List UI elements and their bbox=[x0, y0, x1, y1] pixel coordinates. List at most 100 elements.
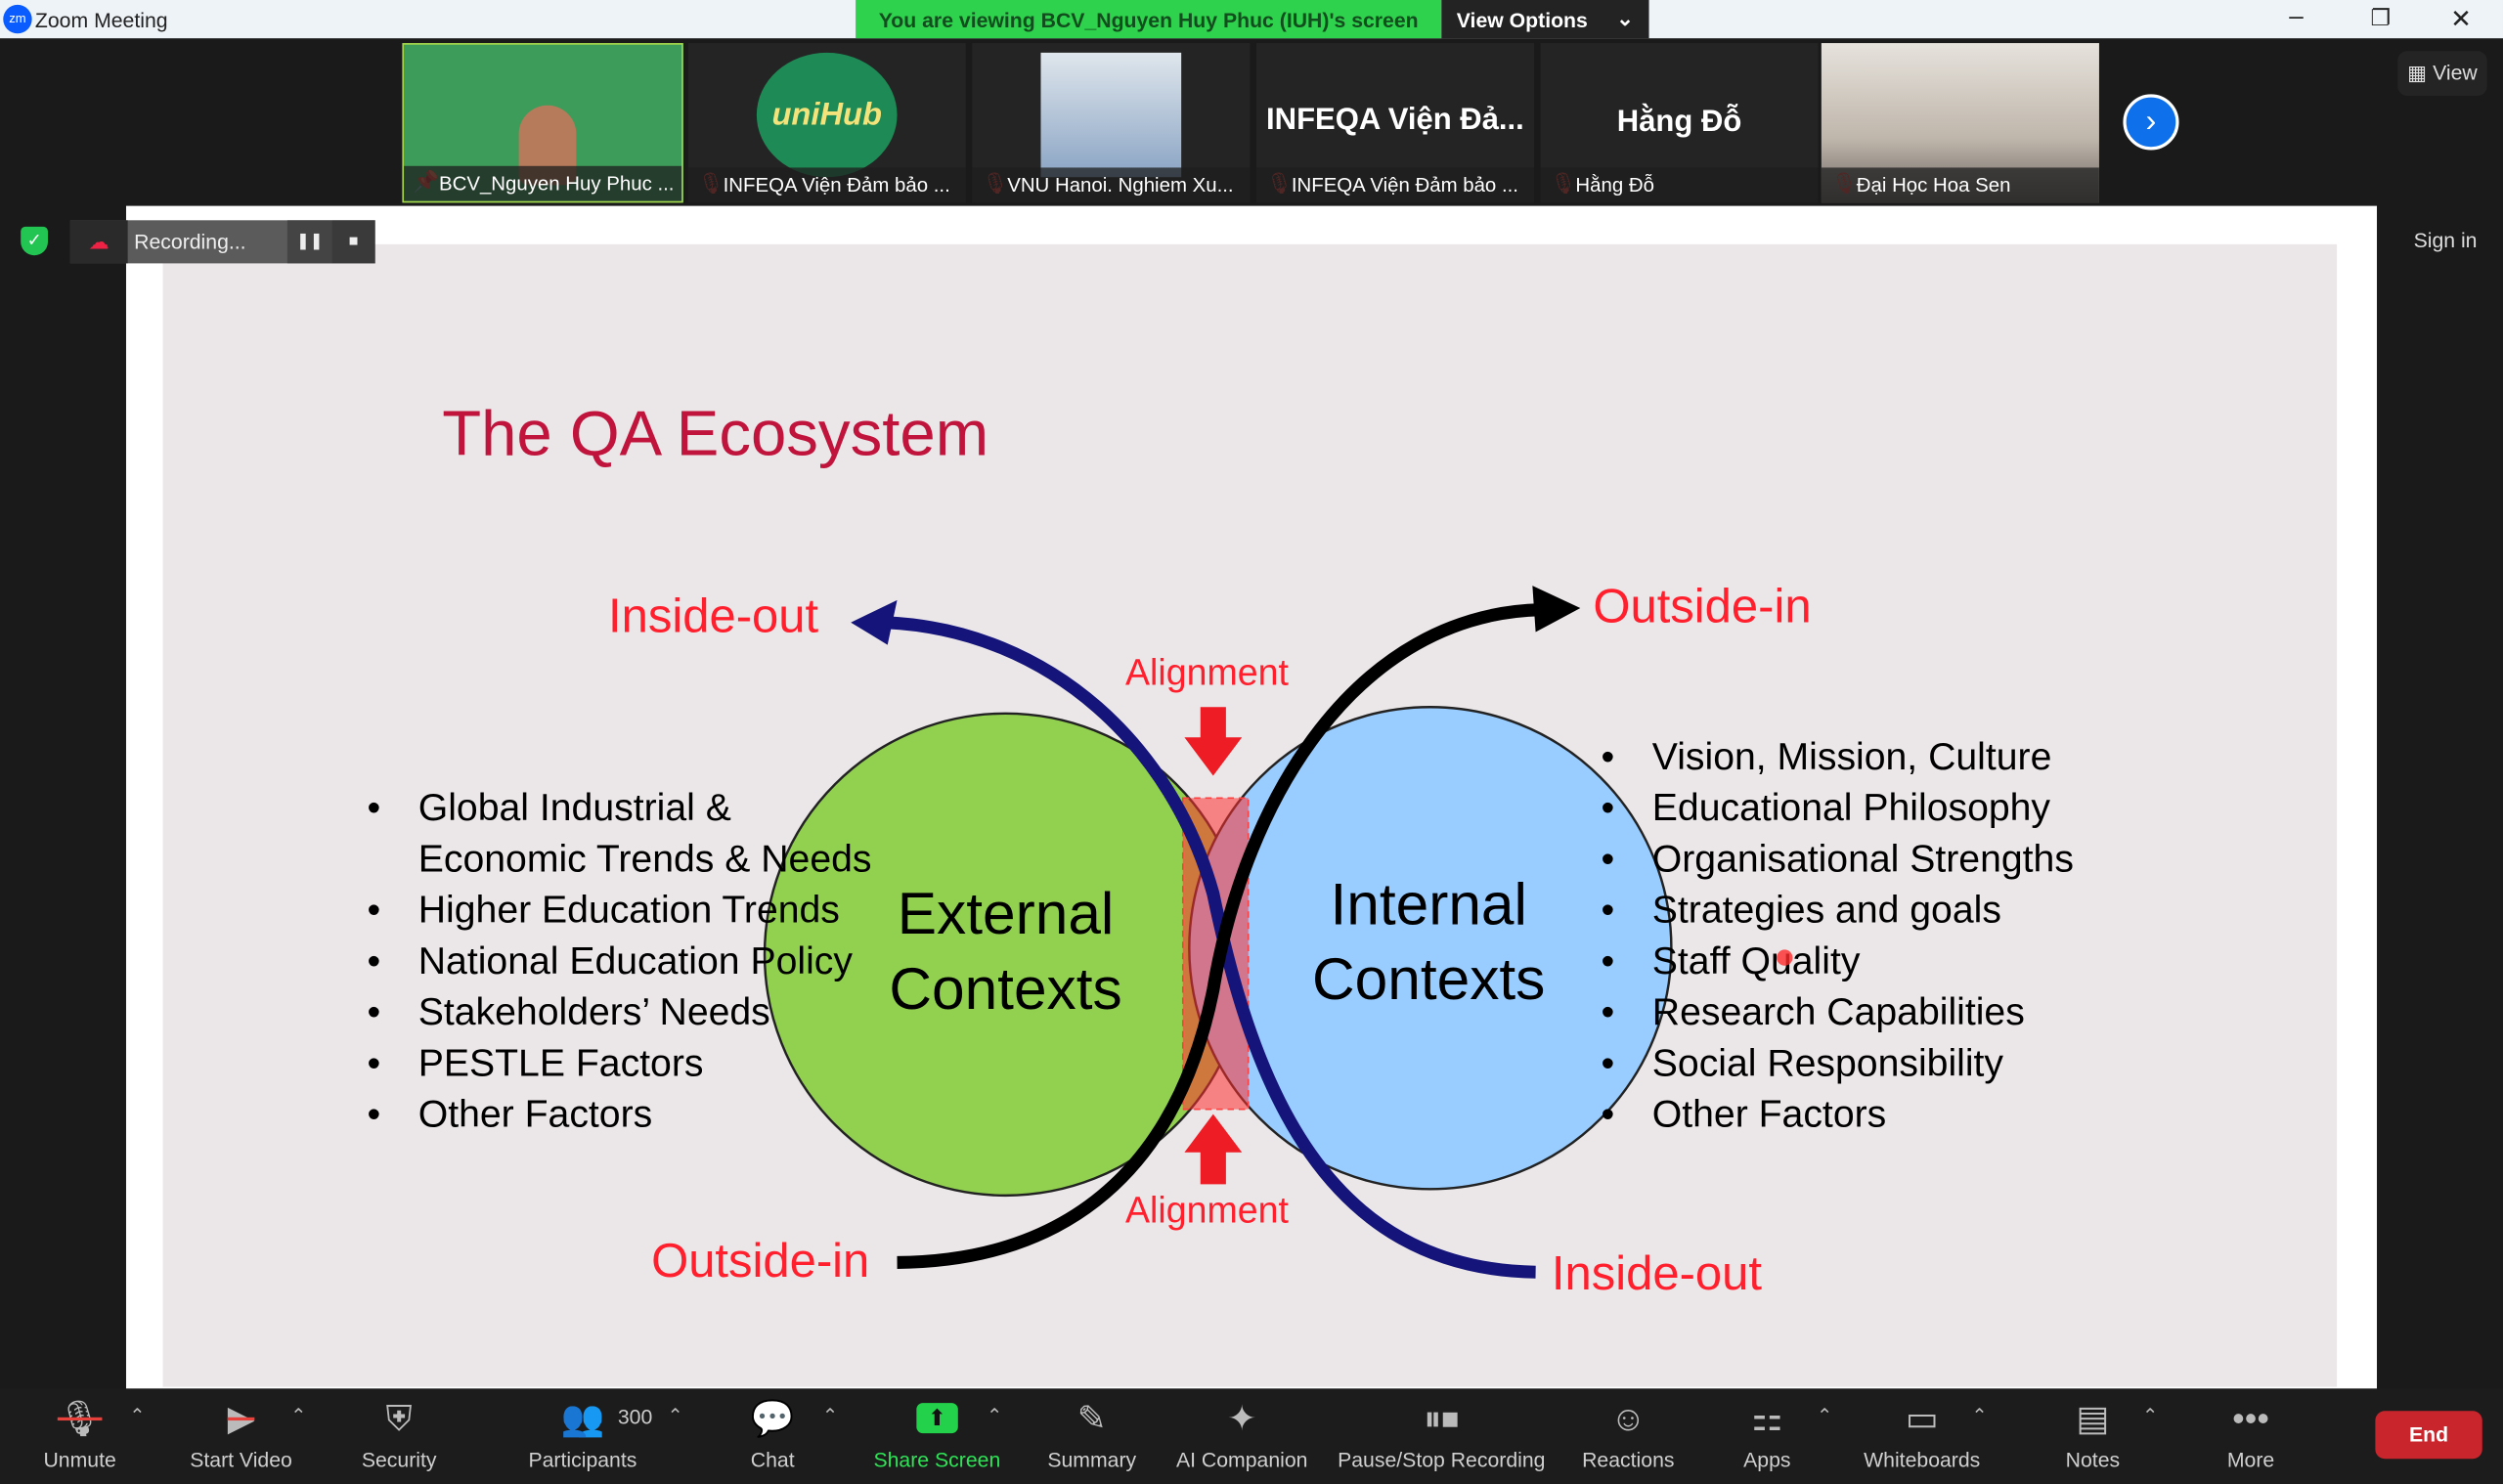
inside-out-bottom-label: Inside-out bbox=[1552, 1247, 1762, 1300]
bullet-icon: • bbox=[1602, 1094, 1615, 1136]
bullet-icon: • bbox=[1602, 991, 1615, 1033]
notes-icon: ▤ bbox=[2076, 1398, 2110, 1439]
toolbar-whiteboards[interactable]: ▭ Whiteboards bbox=[1826, 1388, 2018, 1484]
view-options-button[interactable]: View Options ⌄ bbox=[1441, 0, 1649, 39]
screen-share-banner: You are viewing BCV_Nguyen Huy Phuc (IUH… bbox=[856, 0, 1649, 39]
participant-tile[interactable]: 📌 BCV_Nguyen Huy Phuc ... bbox=[402, 43, 683, 203]
stop-recording-button[interactable]: ■ bbox=[331, 220, 375, 264]
mic-muted-icon: 🎙 bbox=[57, 1398, 103, 1439]
participant-tile[interactable]: uniHub 🎙 INFEQA Viện Đảm bảo ... bbox=[687, 43, 966, 203]
bullet-icon: • bbox=[368, 1042, 381, 1084]
chevron-down-icon: ⌄ bbox=[1616, 6, 1635, 31]
internal-label: Contexts bbox=[1312, 945, 1545, 1012]
bullet-item: Higher Education Trends bbox=[418, 890, 840, 932]
view-button[interactable]: ▦ View bbox=[2397, 51, 2487, 96]
toolbar-label: Security bbox=[361, 1447, 437, 1472]
participant-tile[interactable]: INFEQA Viện Đả... 🎙 INFEQA Viện Đảm bảo … bbox=[1255, 43, 1534, 203]
slide: The QA Ecosystem Inside-out Outside-in A… bbox=[162, 243, 2338, 1387]
shared-screen: The QA Ecosystem Inside-out Outside-in A… bbox=[125, 205, 2378, 1389]
next-page-button[interactable]: › bbox=[2123, 94, 2179, 151]
toolbar-label: Reactions bbox=[1582, 1447, 1675, 1472]
external-label: Contexts bbox=[889, 955, 1121, 1022]
toolbar-more[interactable]: ••• More bbox=[2155, 1388, 2347, 1484]
recording-status: Recording... bbox=[134, 230, 246, 254]
video-off-icon: ▶ bbox=[227, 1398, 255, 1439]
bullet-icon: • bbox=[1602, 736, 1615, 778]
toolbar-label: Participants bbox=[528, 1447, 637, 1472]
participant-name: VNU Hanoi. Nghiem Xu... bbox=[972, 167, 1251, 203]
bullet-item: Research Capabilities bbox=[1652, 991, 2025, 1033]
toolbar-label: Apps bbox=[1743, 1447, 1791, 1472]
restore-button[interactable]: ❐ bbox=[2370, 5, 2391, 32]
bullet-icon: • bbox=[368, 890, 381, 932]
recording-bar: ☁ Recording... ❚❚ ■ bbox=[69, 220, 375, 264]
bullet-item: PESTLE Factors bbox=[418, 1042, 704, 1084]
bullet-item: Strategies and goals bbox=[1652, 890, 2001, 932]
bullet-item: National Education Policy bbox=[418, 940, 854, 982]
shield-icon: ⛨ bbox=[385, 1398, 413, 1439]
bullet-item: Staff Quality bbox=[1652, 940, 1861, 982]
bullet-icon: • bbox=[1602, 838, 1615, 880]
sign-in-link[interactable]: Sign in bbox=[2414, 228, 2478, 251]
chevron-up-icon[interactable]: ⌃ bbox=[822, 1405, 838, 1427]
participant-tile[interactable]: 🎙 VNU Hanoi. Nghiem Xu... bbox=[972, 43, 1251, 203]
toolbar-label: More bbox=[2226, 1447, 2275, 1472]
chevron-up-icon[interactable]: ⌃ bbox=[129, 1405, 145, 1427]
internal-label: Internal bbox=[1331, 870, 1527, 937]
security-shield-icon[interactable]: ✓ bbox=[21, 226, 48, 256]
zoom-logo-icon: zm bbox=[3, 4, 32, 34]
minimize-button[interactable]: – bbox=[2289, 3, 2304, 31]
bullet-icon: • bbox=[1602, 940, 1615, 982]
participant-tile[interactable]: 🎙 Đại Học Hoa Sen bbox=[1821, 43, 2099, 203]
toolbar-label: Summary bbox=[1047, 1447, 1137, 1472]
view-label: View bbox=[2433, 61, 2478, 85]
toolbar-label: AI Companion bbox=[1175, 1447, 1308, 1472]
toolbar-label: Share Screen bbox=[873, 1447, 1001, 1472]
reactions-icon: ☺ bbox=[1609, 1398, 1647, 1439]
toolbar-label: Start Video bbox=[190, 1447, 292, 1472]
toolbar-chat[interactable]: 💬 Chat bbox=[677, 1388, 868, 1484]
whiteboard-icon: ▭ bbox=[1905, 1398, 1939, 1439]
more-icon: ••• bbox=[2232, 1398, 2269, 1439]
bullet-item: Social Responsibility bbox=[1652, 1042, 2004, 1084]
bullet-item: Economic Trends & Needs bbox=[418, 838, 872, 880]
participant-name: Đại Học Hoa Sen bbox=[1821, 167, 2099, 203]
unihub-logo: uniHub bbox=[756, 52, 898, 178]
chat-icon: 💬 bbox=[750, 1398, 795, 1439]
summary-icon: ✎ bbox=[1076, 1398, 1107, 1439]
participant-video bbox=[1040, 52, 1182, 178]
bullet-item: Stakeholders’ Needs bbox=[418, 991, 770, 1033]
participant-tile[interactable]: Hằng Đỗ 🎙 Hằng Đỗ bbox=[1540, 43, 1819, 203]
pause-recording-button[interactable]: ❚❚ bbox=[286, 220, 332, 264]
bullet-item: Organisational Strengths bbox=[1652, 838, 2074, 880]
bullet-icon: • bbox=[1602, 890, 1615, 932]
participant-name: INFEQA Viện Đảm bảo ... bbox=[687, 167, 966, 203]
share-screen-icon: ⬆ bbox=[916, 1403, 958, 1434]
pause-stop-icon: ⏸⏹ bbox=[1424, 1398, 1460, 1439]
bullet-item: Other Factors bbox=[418, 1094, 652, 1136]
toolbar-label: Chat bbox=[750, 1447, 795, 1472]
participant-name: BCV_Nguyen Huy Phuc ... bbox=[404, 165, 682, 201]
end-meeting-button[interactable]: End bbox=[2375, 1411, 2482, 1460]
view-options-label: View Options bbox=[1456, 7, 1588, 31]
toolbar-security[interactable]: ⛨ Security bbox=[303, 1388, 495, 1484]
toolbar-label: Notes bbox=[2065, 1447, 2121, 1472]
chevron-up-icon[interactable]: ⌃ bbox=[1971, 1405, 1987, 1427]
sparkle-icon: ✦ bbox=[1227, 1398, 1257, 1439]
bullet-icon: • bbox=[368, 940, 381, 982]
meeting-toolbar: 🎙 Unmute ⌃ ▶ Start Video ⌃ ⛨ Security 👥 300 Partic… bbox=[0, 1388, 2503, 1484]
bullet-icon: • bbox=[368, 1094, 381, 1136]
cloud-record-icon: ☁ bbox=[69, 220, 128, 264]
bullet-icon: • bbox=[1602, 1042, 1615, 1084]
participant-count: 300 bbox=[617, 1404, 653, 1429]
participant-name: INFEQA Viện Đảm bảo ... bbox=[1255, 167, 1534, 203]
toolbar-pause-stop-recording[interactable]: ⏸⏹ Pause/Stop Recording bbox=[1338, 1388, 1545, 1484]
inside-out-top-label: Inside-out bbox=[608, 590, 818, 643]
bullet-item: Other Factors bbox=[1652, 1094, 1886, 1136]
toolbar-participants[interactable]: 👥 300 Participants bbox=[487, 1388, 679, 1484]
bullet-icon: • bbox=[368, 787, 381, 829]
toolbar-ai-companion[interactable]: ✦ AI Companion bbox=[1146, 1388, 1338, 1484]
close-button[interactable]: ✕ bbox=[2450, 3, 2472, 35]
slide-title: The QA Ecosystem bbox=[442, 397, 988, 468]
bullet-icon: • bbox=[368, 991, 381, 1033]
